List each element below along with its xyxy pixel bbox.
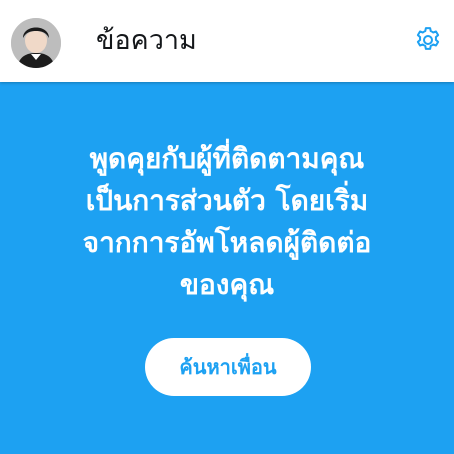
settings-button[interactable] [410,22,446,58]
user-avatar-icon [11,18,61,68]
empty-state-panel: พูดคุยกับผู้ที่ติดตามคุณ เป็นการส่วนตัว … [0,82,454,454]
gear-icon [416,27,440,50]
app-header: ข้อความ [0,0,454,82]
page-title: ข้อความ [96,25,197,56]
empty-state-message: พูดคุยกับผู้ที่ติดตามคุณ เป็นการส่วนตัว … [82,142,372,301]
find-friends-button[interactable]: ค้นหาเพื่อน [145,338,311,396]
avatar[interactable] [11,18,61,68]
